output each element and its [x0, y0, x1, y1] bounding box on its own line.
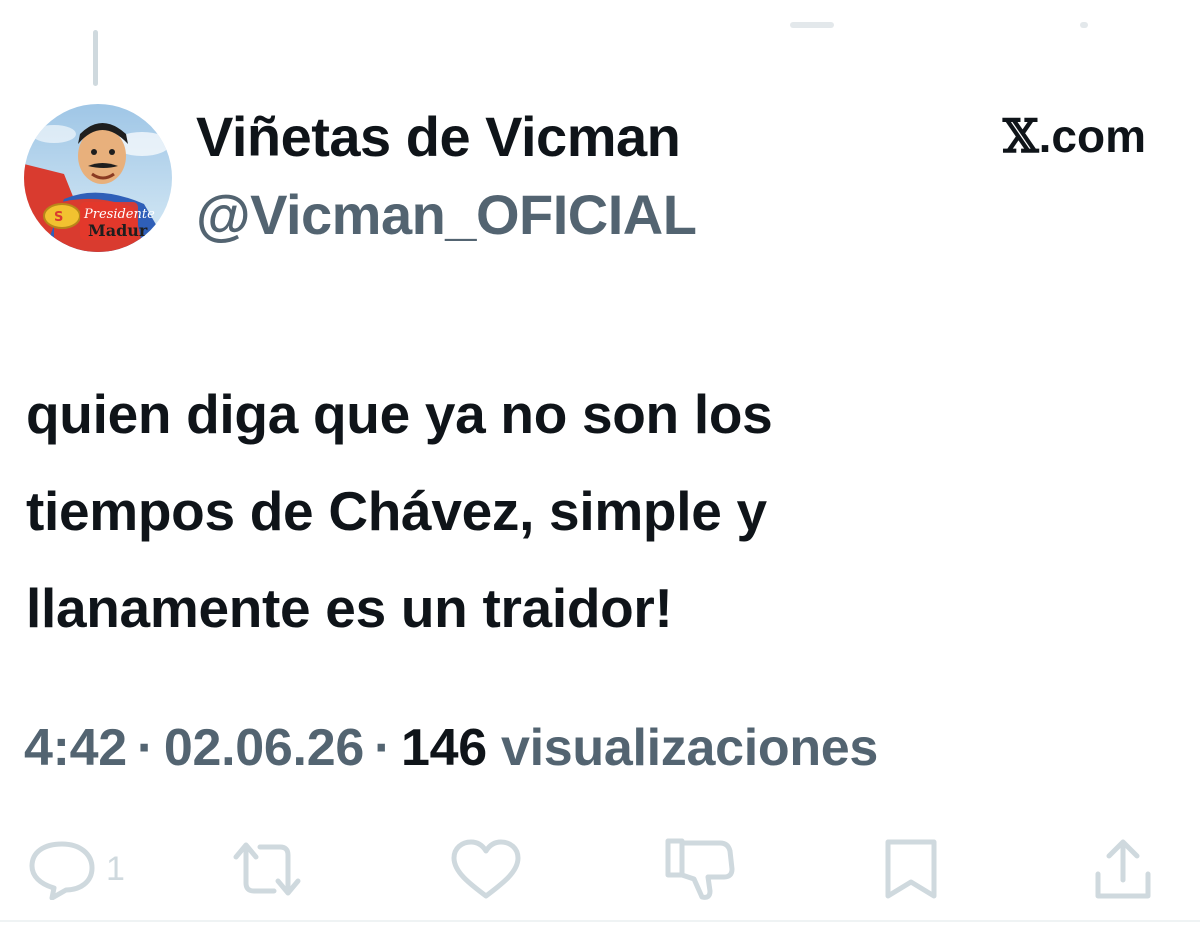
retweet-icon [233, 842, 301, 896]
tweet-card: S Presidente Madur Viñetas de Vicman @Vi… [0, 0, 1200, 928]
previous-tweet-remnant [0, 0, 1200, 34]
dislike-button[interactable] [664, 834, 736, 904]
brand-domain: .com [1038, 110, 1146, 162]
tweet-text-line: quien diga que ya no son los [26, 383, 773, 445]
bookmark-icon [885, 839, 937, 899]
divider [0, 920, 1200, 922]
dislike-icon [665, 838, 735, 900]
avatar[interactable]: S Presidente Madur [24, 104, 172, 252]
tweet-date[interactable]: 02.06.26 [164, 719, 364, 777]
bookmark-button[interactable] [882, 834, 940, 904]
views-label[interactable]: visualizaciones [501, 719, 878, 777]
meta-separator: · [136, 719, 154, 777]
thread-connector-line [93, 30, 98, 86]
views-count: 146 [400, 719, 487, 777]
share-button[interactable] [1092, 834, 1154, 904]
user-handle[interactable]: @Vicman_OFICIAL [196, 182, 697, 248]
reply-icon [29, 841, 95, 900]
tweet-text: quien diga que ya no son los tiempos de … [26, 366, 1026, 657]
share-icon [1095, 839, 1151, 899]
display-name[interactable]: Viñetas de Vicman [196, 104, 681, 170]
tweet-text-line: tiempos de Chávez, simple y [26, 480, 767, 542]
x-com-brand: 𝕏.com [1003, 108, 1146, 164]
tweet-actions-bar: 1 [0, 824, 1200, 914]
tweet-time[interactable]: 4:42 [24, 719, 127, 777]
meta-separator: · [373, 719, 391, 777]
reply-count: 1 [106, 849, 125, 888]
avatar-badge-line1: Presidente [83, 207, 155, 222]
like-button[interactable] [450, 834, 522, 904]
svg-text:S: S [54, 210, 63, 225]
retweet-button[interactable] [232, 834, 302, 904]
reply-button[interactable]: 1 [28, 834, 125, 904]
tweet-text-line: llanamente es un traidor! [26, 577, 673, 639]
avatar-badge-line2: Madur [88, 221, 148, 240]
like-icon [451, 839, 521, 899]
tweet-meta: 4:42 · 02.06.26 · 146 visualizaciones [24, 716, 878, 780]
x-logo-icon: 𝕏 [1002, 109, 1039, 163]
avatar-caricature-image: S Presidente Madur [24, 104, 172, 252]
